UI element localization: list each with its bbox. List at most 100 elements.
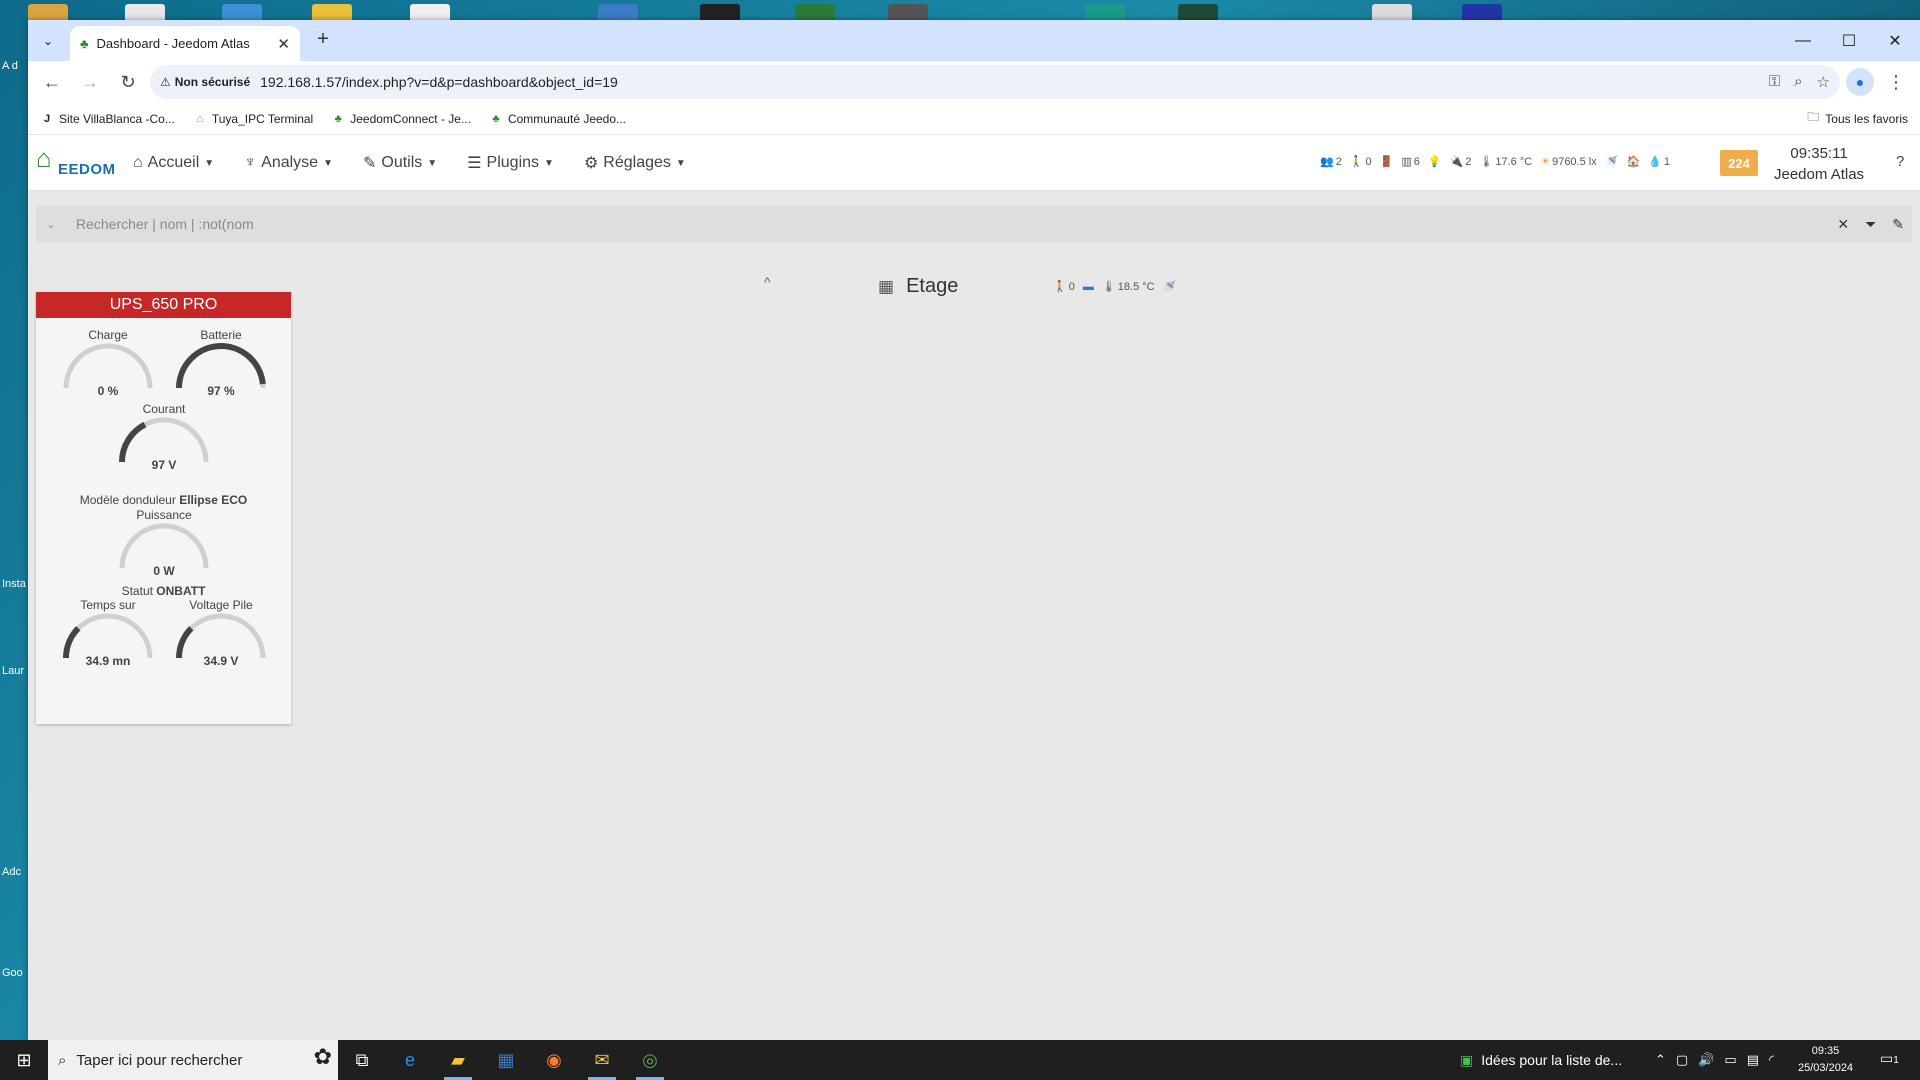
bookmark-item[interactable]: ♣ JeedomConnect - Je... — [331, 112, 471, 126]
mail-icon[interactable]: ✉ — [578, 1040, 626, 1080]
edge-icon[interactable]: e — [386, 1040, 434, 1080]
battery-icon[interactable]: ▭ — [1724, 1052, 1736, 1068]
jeedom-logo[interactable]: ⌂ EEDOM — [36, 145, 115, 181]
collapse-icon[interactable]: ^ — [764, 274, 771, 290]
summary-shower[interactable]: 🚿 — [1605, 155, 1619, 168]
plug-icon: 🔌 — [1449, 156, 1464, 168]
summary-light[interactable]: 💡 — [1428, 155, 1442, 168]
menu-reglages[interactable]: ⚙ Réglages ▼ — [584, 153, 686, 173]
file-explorer-icon[interactable]: ▰ — [434, 1040, 482, 1080]
url-text[interactable]: 192.168.1.57/index.php?v=d&p=dashboard&o… — [260, 74, 618, 90]
widget-title[interactable]: UPS_650 PRO — [36, 292, 291, 318]
maximize-icon[interactable]: ☐ — [1826, 20, 1872, 61]
wifi-icon[interactable]: ◜ — [1769, 1052, 1774, 1068]
gauge-value: 97 % — [207, 384, 235, 398]
reload-icon[interactable]: ↻ — [112, 66, 144, 98]
bookmark-item[interactable]: ♣ Communauté Jeedo... — [489, 112, 626, 126]
meet-icon[interactable]: ▢ — [1676, 1052, 1688, 1068]
summary-window[interactable]: ▥ 6 — [1401, 155, 1420, 169]
gauge-arc — [63, 343, 153, 389]
minimize-icon[interactable]: — — [1780, 20, 1826, 61]
summary-motion[interactable]: 🚶 0 — [1350, 155, 1372, 169]
object-summary-shower[interactable]: 🚿 — [1163, 280, 1177, 293]
forward-icon[interactable]: → — [74, 66, 106, 98]
caret-down-icon: ▼ — [427, 157, 438, 169]
help-icon[interactable]: ? — [1896, 153, 1904, 170]
menu-dots-icon[interactable]: ⋮ — [1880, 66, 1912, 98]
menu-label: Outils — [381, 154, 423, 171]
summary-presence[interactable]: 👥 2 — [1320, 155, 1342, 169]
object-summary-motion[interactable]: 🚶 0 — [1053, 280, 1075, 294]
summary-door[interactable]: 🚪 — [1380, 155, 1394, 168]
bookmark-jeedom-icon: ♣ — [492, 112, 500, 125]
tab-dashboard[interactable]: ♣ Dashboard - Jeedom Atlas ✕ — [70, 26, 300, 61]
summary-home[interactable]: 🏠 — [1626, 155, 1640, 168]
menu-plugins[interactable]: ☰ Plugins ▼ — [467, 153, 554, 173]
bookmark-item[interactable]: ⌂ Tuya_IPC Terminal — [193, 112, 314, 126]
search-input[interactable] — [66, 206, 1838, 242]
summary-value: 17.6 °C — [1495, 155, 1533, 168]
new-tab-button[interactable]: + — [310, 28, 336, 51]
filter-icon[interactable]: ⏷ — [1865, 216, 1876, 233]
flower-icon: ✿ — [313, 1044, 332, 1069]
menu-label: Réglages — [603, 154, 671, 171]
tab-search-icon[interactable]: ⌄ — [36, 29, 60, 53]
display-icon[interactable]: ▤ — [1747, 1052, 1759, 1068]
summary-value: 0 — [1068, 280, 1075, 293]
close-window-icon[interactable]: ✕ — [1872, 20, 1918, 61]
stethoscope-icon: ♆ — [244, 154, 257, 171]
summary-value: 6 — [1413, 155, 1420, 168]
all-bookmarks[interactable]: 🗀 Tous les favoris — [1807, 108, 1908, 129]
statut-label: Statut — [121, 584, 153, 598]
back-icon[interactable]: ← — [36, 66, 68, 98]
menu-analyse[interactable]: ♆ Analyse ▼ — [244, 154, 333, 172]
news-widget[interactable]: ▣ Idées pour la liste de... — [1460, 1040, 1622, 1080]
windows-start-icon[interactable]: ⊞ — [0, 1040, 48, 1080]
gear-icon: ⚙ — [583, 155, 599, 172]
caret-down-icon: ▼ — [204, 157, 215, 169]
chevron-up-icon[interactable]: ⌃ — [1655, 1052, 1666, 1068]
clock: 09:35:11 Jeedom Atlas — [1774, 143, 1864, 185]
news-text: Idées pour la liste de... — [1481, 1052, 1623, 1068]
object-name[interactable]: Etage — [906, 275, 958, 298]
volume-icon[interactable]: 🔊 — [1698, 1052, 1714, 1068]
taskbar-clock[interactable]: 09:35 25/03/2024 — [1798, 1043, 1853, 1077]
firefox-icon[interactable]: ◉ — [530, 1040, 578, 1080]
key-icon[interactable]: ⚿ — [1769, 73, 1780, 91]
taskbar-search[interactable]: ⌕ Taper ici pour rechercher ✿ — [48, 1040, 338, 1080]
star-icon[interactable]: ☆ — [1817, 73, 1830, 91]
gauge-temps: Temps sur 34.9 mn — [58, 598, 158, 668]
security-indicator[interactable]: ⚠ Non sécurisé — [160, 75, 250, 89]
menu-outils[interactable]: ✎ Outils ▼ — [363, 153, 437, 173]
desktop-label[interactable]: A d — [2, 60, 28, 72]
tab-close-icon[interactable]: ✕ — [277, 35, 290, 53]
object-summary-temperature[interactable]: 🌡 18.5 °C — [1102, 280, 1155, 294]
home-icon: ⌂ — [133, 154, 143, 171]
menu-accueil[interactable]: ⌂ Accueil ▼ — [133, 154, 214, 172]
summary-temperature[interactable]: 🌡 17.6 °C — [1479, 155, 1533, 169]
summary-humidity[interactable]: 💧 1 — [1648, 155, 1670, 169]
desktop-label[interactable]: Laur Driv — [2, 665, 28, 677]
desktop-label[interactable]: Insta — [2, 578, 28, 590]
task-view-icon[interactable]: ⧉ — [338, 1040, 386, 1080]
clear-icon[interactable]: ✕ — [1837, 216, 1849, 233]
chrome-icon[interactable]: ◎ — [626, 1040, 674, 1080]
desktop-label[interactable]: Goo — [2, 967, 28, 979]
address-bar[interactable]: ⚠ Non sécurisé 192.168.1.57/index.php?v=… — [150, 65, 1840, 99]
profile-avatar[interactable]: ● — [1846, 68, 1874, 96]
notification-icon[interactable]: ▭1 — [1880, 1050, 1899, 1067]
object-summary-shutter[interactable]: ▬ — [1083, 281, 1094, 293]
bookmark-item[interactable]: J Site VillaBlanca -Co... — [40, 112, 175, 126]
desktop-label[interactable]: Adc — [2, 866, 28, 878]
edit-icon[interactable]: ✎ — [1892, 216, 1904, 233]
summary-luminosity[interactable]: ☀ 9760.5 lx — [1540, 155, 1597, 169]
summary-outlet[interactable]: 🔌 2 — [1449, 155, 1472, 169]
calculator-icon[interactable]: ▦ — [482, 1040, 530, 1080]
summary-value: 0 — [1365, 155, 1372, 168]
modele-label: Modèle donduleur — [79, 493, 176, 507]
message-badge[interactable]: 224 — [1720, 150, 1758, 176]
modele-value: Ellipse ECO — [179, 493, 248, 507]
chevron-down-icon[interactable]: ⌄ — [36, 218, 66, 231]
zoom-icon[interactable]: ⌕ — [1794, 73, 1802, 91]
bookmark-label: Communauté Jeedo... — [507, 111, 627, 126]
